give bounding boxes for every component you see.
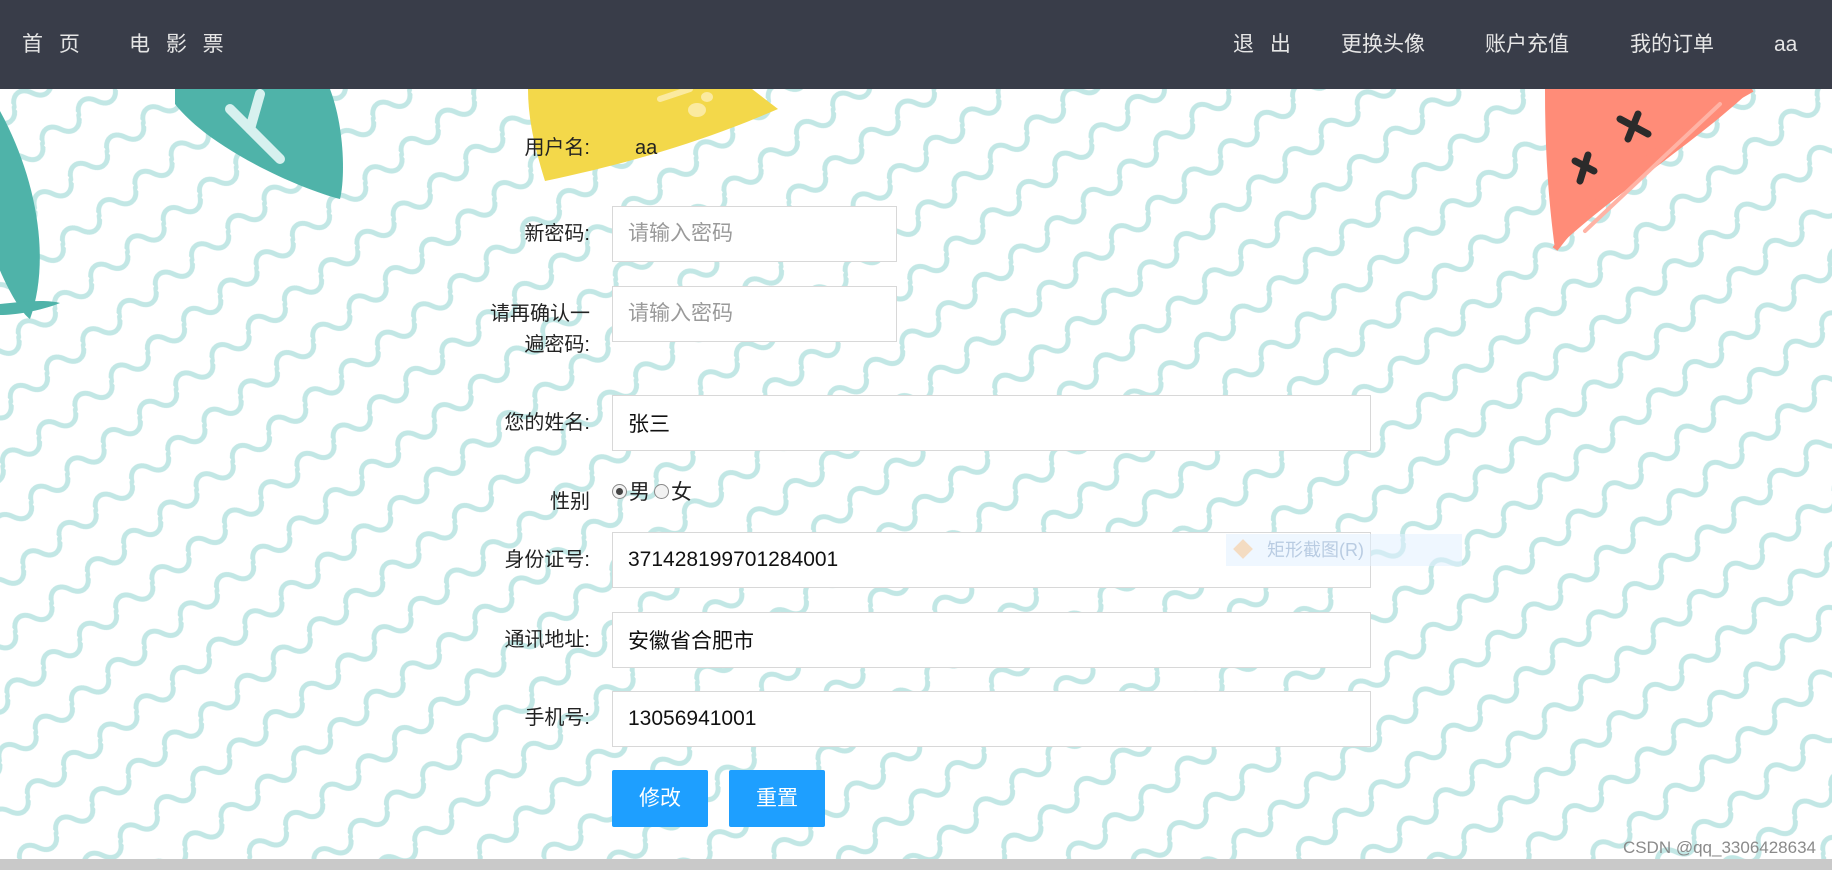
gender-male-radio[interactable]	[612, 483, 627, 499]
gender-label: 性别	[550, 491, 590, 513]
screenshot-tool-tooltip: 矩形截图(R)	[1226, 534, 1462, 566]
new-password-input[interactable]	[612, 206, 897, 262]
gender-radio-group: 男 女	[612, 476, 696, 506]
nav-recharge-link[interactable]: 账户充值	[1485, 0, 1569, 89]
name-label: 您的姓名:	[504, 412, 590, 434]
address-label: 通讯地址:	[504, 629, 590, 651]
screenshot-tooltip-text: 矩形截图(R)	[1267, 540, 1364, 560]
reset-button[interactable]: 重置	[729, 770, 825, 827]
id-number-label: 身份证号:	[504, 549, 590, 571]
nav-home-link[interactable]: 首 页	[22, 0, 85, 89]
confirm-password-label-line1: 请再确认一	[490, 303, 590, 325]
horizontal-scrollbar[interactable]	[0, 859, 1832, 870]
screenshot-icon	[1233, 539, 1253, 559]
confirm-password-label: 请再确认一 遍密码:	[440, 299, 590, 361]
phone-label: 手机号:	[524, 707, 590, 729]
new-password-label: 新密码:	[524, 223, 590, 245]
gender-female-label[interactable]: 女	[671, 476, 692, 506]
submit-button[interactable]: 修改	[612, 770, 708, 827]
nav-logout-link[interactable]: 退 出	[1233, 0, 1296, 89]
address-input[interactable]	[612, 612, 1371, 668]
confirm-password-input[interactable]	[612, 286, 897, 342]
gender-female-radio[interactable]	[654, 483, 669, 499]
csdn-watermark: CSDN @qq_3306428634	[1622, 838, 1816, 857]
gender-male-label[interactable]: 男	[629, 476, 650, 506]
username-value: aa	[635, 137, 658, 159]
confirm-password-label-line2: 遍密码:	[524, 334, 590, 356]
nav-my-orders-link[interactable]: 我的订单	[1630, 0, 1714, 89]
nav-username-link[interactable]: aa	[1774, 0, 1797, 89]
top-navbar: 首 页 电 影 票 退 出 更换头像 账户充值 我的订单 aa	[0, 0, 1832, 89]
username-label: 用户名:	[524, 137, 590, 159]
phone-input[interactable]	[612, 691, 1371, 747]
nav-movie-tickets-link[interactable]: 电 影 票	[129, 0, 229, 89]
name-input[interactable]	[612, 395, 1371, 451]
nav-change-avatar-link[interactable]: 更换头像	[1341, 0, 1425, 89]
